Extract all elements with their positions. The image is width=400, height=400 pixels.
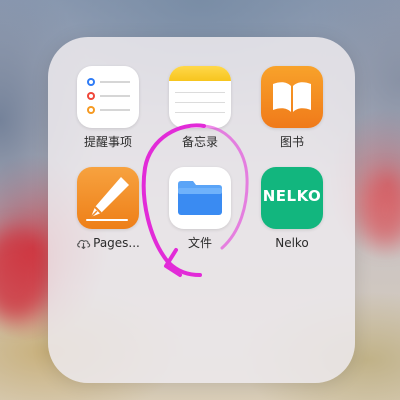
app-pages[interactable]: Pages... <box>63 167 153 250</box>
app-label: 备忘录 <box>181 135 218 149</box>
wallpaper-blur <box>360 175 400 245</box>
app-reminders[interactable]: 提醒事项 <box>63 66 153 149</box>
reminder-item <box>87 106 131 116</box>
app-label: 提醒事项 <box>83 135 132 149</box>
app-books[interactable]: 图书 <box>247 66 337 149</box>
app-label: Nelko <box>275 236 309 250</box>
reminder-dot-orange <box>87 106 95 114</box>
notes-icon[interactable] <box>169 66 231 128</box>
fountain-pen-icon <box>86 177 129 221</box>
books-icon[interactable] <box>261 66 323 128</box>
app-files[interactable]: 文件 <box>155 167 245 250</box>
files-icon[interactable] <box>169 167 231 229</box>
reminder-item <box>87 92 131 102</box>
reminder-line <box>100 109 130 111</box>
open-book-icon <box>273 82 311 112</box>
nelko-icon[interactable]: NELKO <box>261 167 323 229</box>
reminder-dot-red <box>87 92 95 100</box>
reminder-line <box>100 95 130 97</box>
app-label: 文件 <box>187 236 212 250</box>
notes-line <box>175 102 225 103</box>
cloud-download-icon <box>77 239 91 249</box>
notes-header-strip <box>169 66 231 81</box>
app-label: Pages... <box>63 236 153 250</box>
app-nelko[interactable]: NELKO Nelko <box>247 167 337 250</box>
reminder-line <box>100 81 130 83</box>
reminder-item <box>87 78 131 88</box>
nelko-logo-text: NELKO <box>262 187 322 205</box>
app-notes[interactable]: 备忘录 <box>155 66 245 149</box>
pages-icon[interactable] <box>77 167 139 229</box>
files-folder-icon <box>178 181 222 215</box>
app-label-text: Pages... <box>93 236 140 250</box>
wallpaper-blur <box>0 230 50 320</box>
app-label: 图书 <box>279 135 304 149</box>
reminders-icon[interactable] <box>77 66 139 128</box>
notes-line <box>175 112 225 113</box>
reminder-dot-blue <box>87 78 95 86</box>
notes-line <box>175 92 225 93</box>
